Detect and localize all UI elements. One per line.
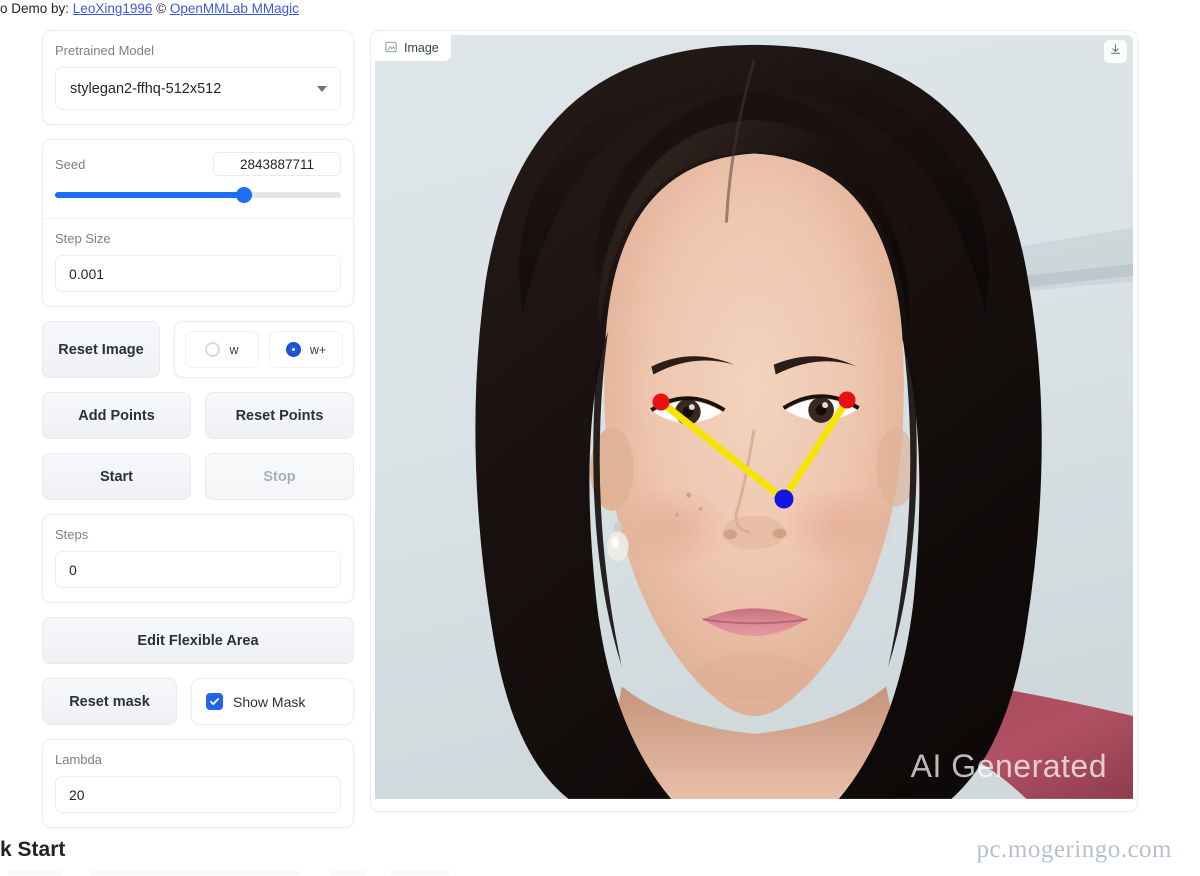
image-tab-label: Image: [404, 41, 439, 55]
card-divider: [43, 218, 353, 219]
latent-space-radio-group: w w+: [174, 321, 354, 378]
edit-flexible-area-button[interactable]: Edit Flexible Area: [42, 617, 354, 664]
step-size-label: Step Size: [55, 231, 111, 246]
pretrained-model-select[interactable]: stylegan2-ffhq-512x512: [55, 67, 341, 110]
quickstart-heading: k Start: [0, 838, 66, 861]
checkbox-checked-icon[interactable]: [206, 693, 223, 710]
site-watermark: pc.mogeringo.com: [976, 836, 1172, 863]
add-points-button[interactable]: Add Points: [42, 392, 191, 439]
header-prefix: o Demo by:: [0, 1, 70, 16]
show-mask-label: Show Mask: [233, 693, 306, 710]
drag-handle-point[interactable]: [838, 391, 856, 409]
seed-label: Seed: [55, 156, 86, 172]
steps-card: Steps 0: [42, 514, 354, 603]
chevron-down-icon: [317, 85, 327, 92]
image-canvas[interactable]: AI Generated: [375, 35, 1133, 807]
radio-option-w-plus[interactable]: w+: [269, 331, 343, 368]
drag-line-left: [657, 398, 788, 503]
image-tab[interactable]: Image: [375, 35, 451, 61]
seed-slider-thumb[interactable]: [235, 187, 252, 203]
lambda-value: 20: [69, 786, 85, 803]
steps-label: Steps: [55, 527, 89, 542]
download-button[interactable]: [1104, 40, 1127, 63]
pretrained-model-value: stylegan2-ffhq-512x512: [70, 80, 222, 97]
ai-generated-watermark: AI Generated: [910, 748, 1107, 784]
seed-value: 2843887711: [239, 156, 315, 172]
drag-line-right: [780, 396, 851, 503]
radio-unchecked-icon: [205, 342, 221, 357]
radio-label-w: w: [229, 342, 239, 357]
points-button-row: Add Points Reset Points: [42, 392, 354, 439]
reset-and-latent-row: Reset Image w w+: [42, 321, 354, 378]
lambda-label: Lambda: [55, 752, 102, 767]
author-link[interactable]: LeoXing1996: [73, 1, 153, 16]
radio-label-w-plus: w+: [309, 342, 327, 357]
radio-option-w[interactable]: w: [185, 331, 259, 368]
reset-latent-flex: Reset Image w w+: [42, 321, 354, 378]
control-sidebar: Pretrained Model stylegan2-ffhq-512x512 …: [42, 30, 354, 842]
show-mask-checkbox-group[interactable]: Show Mask: [191, 678, 354, 725]
bottom-cutoff-row: [0, 869, 520, 876]
mask-row: Reset mask Show Mask: [42, 678, 354, 725]
step-size-input[interactable]: 0.001: [55, 255, 341, 292]
image-icon: [385, 41, 397, 56]
step-size-value: 0.001: [69, 265, 105, 282]
steps-input[interactable]: 0: [55, 551, 341, 588]
seed-slider[interactable]: [55, 185, 341, 205]
copyright-symbol: ©: [156, 1, 167, 16]
pretrained-model-card: Pretrained Model stylegan2-ffhq-512x512: [42, 30, 354, 125]
image-output-panel: Image AI Generated: [370, 30, 1138, 812]
drag-target-point[interactable]: [774, 489, 794, 509]
lambda-card: Lambda 20: [42, 739, 354, 828]
start-button[interactable]: Start: [42, 453, 191, 500]
organization-link[interactable]: OpenMMLab MMagic: [170, 1, 299, 16]
radio-checked-icon: [285, 342, 301, 357]
stop-button[interactable]: Stop: [205, 453, 354, 500]
drag-overlay[interactable]: [375, 35, 1133, 807]
reset-mask-button[interactable]: Reset mask: [42, 678, 177, 725]
steps-value: 0: [69, 561, 77, 578]
page-header: o Demo by: LeoXing1996 © OpenMMLab MMagi…: [0, 0, 1200, 18]
drag-handle-point[interactable]: [652, 393, 670, 411]
lambda-input[interactable]: 20: [55, 776, 341, 813]
seed-slider-fill: [55, 192, 244, 198]
pretrained-model-label: Pretrained Model: [55, 43, 154, 58]
seed-row: Seed 2843887711: [55, 152, 341, 176]
run-button-row: Start Stop: [42, 453, 354, 500]
reset-points-button[interactable]: Reset Points: [205, 392, 354, 439]
seed-input[interactable]: 2843887711: [213, 152, 341, 176]
reset-image-button[interactable]: Reset Image: [42, 321, 160, 378]
seed-stepsize-card: Seed 2843887711 Step Size 0.001: [42, 139, 354, 307]
page-root: o Demo by: LeoXing1996 © OpenMMLab MMagi…: [0, 0, 1200, 876]
download-icon: [1109, 43, 1122, 61]
